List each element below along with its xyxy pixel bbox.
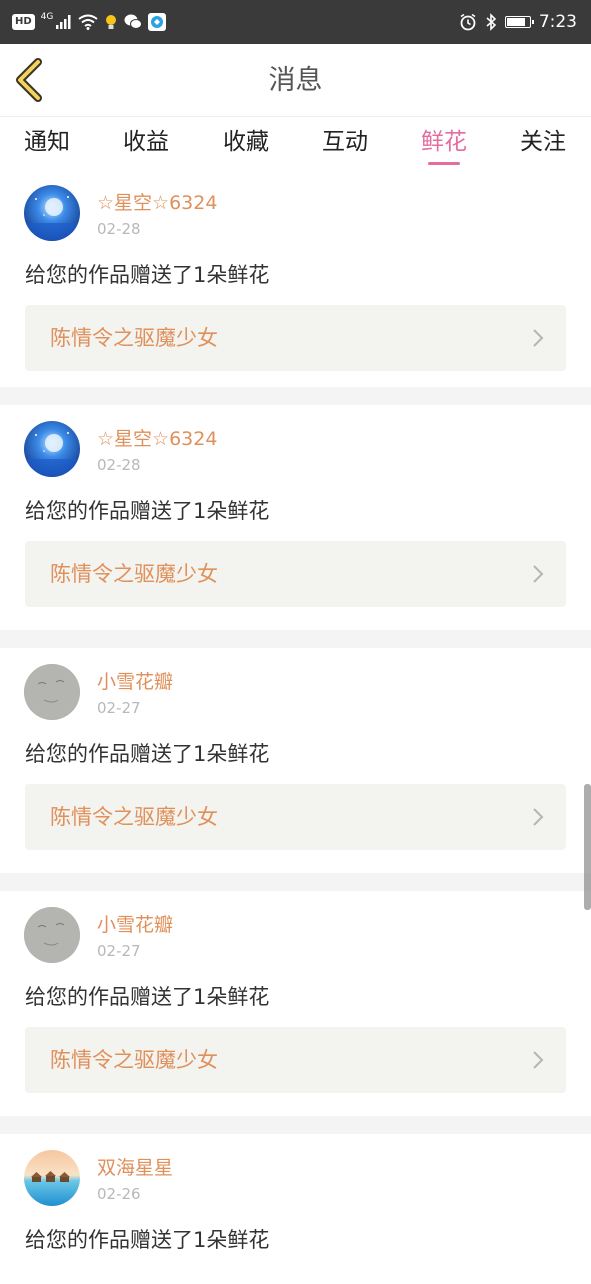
avatar[interactable] bbox=[24, 1150, 80, 1206]
avatar[interactable] bbox=[24, 907, 80, 963]
battery-icon bbox=[504, 16, 534, 28]
sender-name[interactable]: 小雪花瓣 bbox=[97, 913, 173, 937]
divider bbox=[0, 387, 591, 405]
work-title: 陈情令之驱魔少女 bbox=[50, 562, 218, 586]
avatar[interactable] bbox=[24, 664, 80, 720]
sender-name[interactable]: ☆星空☆6324 bbox=[97, 427, 217, 451]
sent-date: 02-27 bbox=[97, 699, 141, 717]
avatar[interactable] bbox=[24, 185, 80, 241]
work-link[interactable]: 陈情令之驱魔少女 bbox=[25, 541, 566, 607]
page-title: 消息 bbox=[268, 65, 323, 96]
wifi-icon bbox=[78, 14, 98, 30]
active-tab-indicator bbox=[428, 162, 460, 165]
sent-date: 02-28 bbox=[97, 220, 141, 238]
list-item: 小雪花瓣 02-27 给您的作品赠送了1朵鲜花 陈情令之驱魔少女 bbox=[0, 648, 591, 873]
status-bar: HD 4G 7:23 bbox=[0, 0, 591, 44]
tab-flowers[interactable]: 鲜花 bbox=[409, 127, 479, 157]
chevron-right-icon bbox=[533, 808, 544, 826]
work-link[interactable]: 陈情令之驱魔少女 bbox=[25, 305, 566, 371]
sender-name[interactable]: 双海星星 bbox=[97, 1156, 173, 1180]
network-type: 4G bbox=[40, 12, 54, 22]
chevron-right-icon bbox=[533, 565, 544, 583]
signal-icon bbox=[56, 15, 71, 29]
tab-favorites[interactable]: 收藏 bbox=[211, 127, 281, 157]
list-item: ☆星空☆6324 02-28 给您的作品赠送了1朵鲜花 陈情令之驱魔少女 bbox=[0, 169, 591, 387]
alarm-icon bbox=[460, 13, 476, 31]
tab-notice[interactable]: 通知 bbox=[12, 127, 82, 157]
tab-interaction[interactable]: 互动 bbox=[310, 127, 380, 157]
sent-date: 02-27 bbox=[97, 942, 141, 960]
scrollbar[interactable] bbox=[584, 784, 591, 910]
sender-name[interactable]: 小雪花瓣 bbox=[97, 670, 173, 694]
tab-bar: 通知 收益 收藏 互动 鲜花 关注 bbox=[0, 117, 591, 169]
tab-earnings[interactable]: 收益 bbox=[111, 127, 181, 157]
bulb-icon bbox=[106, 15, 117, 29]
wechat-icon bbox=[124, 14, 143, 29]
app-header: 消息 bbox=[0, 44, 591, 117]
bluetooth-icon bbox=[486, 13, 496, 31]
notification-list: ☆星空☆6324 02-28 给您的作品赠送了1朵鲜花 陈情令之驱魔少女 ☆星空… bbox=[0, 169, 591, 1284]
chevron-right-icon bbox=[533, 329, 544, 347]
tab-follow[interactable]: 关注 bbox=[508, 127, 578, 157]
sent-date: 02-28 bbox=[97, 456, 141, 474]
divider bbox=[0, 1116, 591, 1134]
message-text: 给您的作品赠送了1朵鲜花 bbox=[25, 742, 270, 766]
message-text: 给您的作品赠送了1朵鲜花 bbox=[25, 985, 270, 1009]
sent-date: 02-26 bbox=[97, 1185, 141, 1203]
work-link[interactable]: 陈情令之驱魔少女 bbox=[25, 784, 566, 850]
list-item: ☆星空☆6324 02-28 给您的作品赠送了1朵鲜花 陈情令之驱魔少女 bbox=[0, 405, 591, 630]
work-link[interactable]: 陈情令之驱魔少女 bbox=[25, 1027, 566, 1093]
hd-badge: HD bbox=[12, 14, 35, 30]
avatar[interactable] bbox=[24, 421, 80, 477]
divider bbox=[0, 873, 591, 891]
status-time: 7:23 bbox=[538, 12, 577, 32]
message-text: 给您的作品赠送了1朵鲜花 bbox=[25, 499, 270, 523]
chevron-right-icon bbox=[533, 1051, 544, 1069]
message-text: 给您的作品赠送了1朵鲜花 bbox=[25, 263, 270, 287]
app-icon bbox=[148, 13, 167, 31]
message-text: 给您的作品赠送了1朵鲜花 bbox=[25, 1228, 270, 1252]
list-item: 小雪花瓣 02-27 给您的作品赠送了1朵鲜花 陈情令之驱魔少女 bbox=[0, 891, 591, 1116]
work-title: 陈情令之驱魔少女 bbox=[50, 326, 218, 350]
work-title: 陈情令之驱魔少女 bbox=[50, 1048, 218, 1072]
list-item: 双海星星 02-26 给您的作品赠送了1朵鲜花 bbox=[0, 1134, 591, 1284]
divider bbox=[0, 630, 591, 648]
work-title: 陈情令之驱魔少女 bbox=[50, 805, 218, 829]
sender-name[interactable]: ☆星空☆6324 bbox=[97, 191, 217, 215]
